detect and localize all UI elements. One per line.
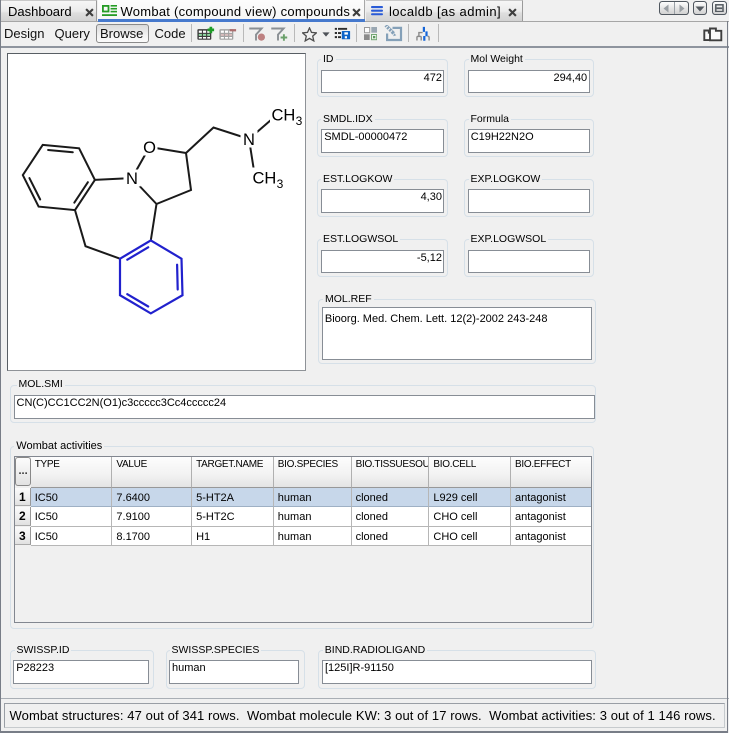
svg-text:3: 3 <box>276 176 283 190</box>
svg-text:CH: CH <box>271 106 295 124</box>
svg-text:N: N <box>243 130 255 148</box>
svg-text:O: O <box>143 138 156 156</box>
svg-text:N: N <box>126 169 138 187</box>
svg-text:CH: CH <box>252 169 276 187</box>
svg-text:3: 3 <box>295 113 302 127</box>
